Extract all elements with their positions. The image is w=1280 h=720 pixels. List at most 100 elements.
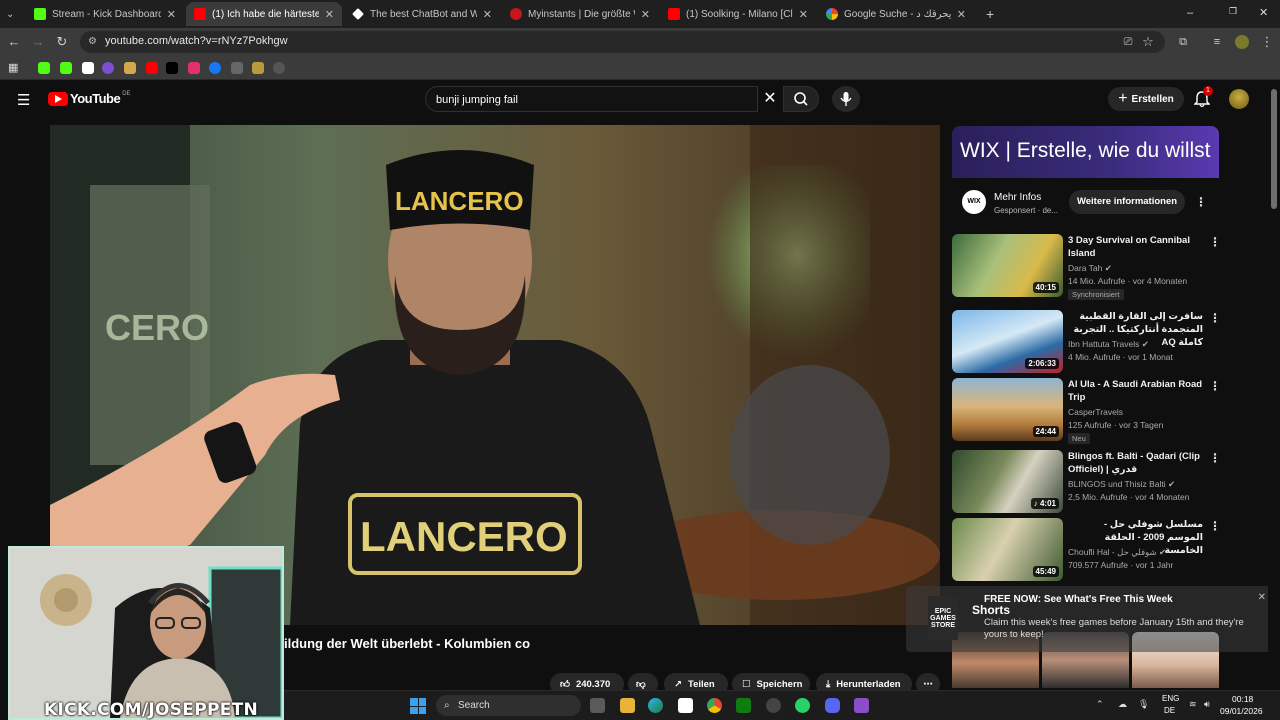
scrollbar-thumb[interactable] [1271,89,1277,209]
back-arrow-icon[interactable]: ← [6,34,22,50]
more-options-icon[interactable]: ⋮ [1209,452,1221,464]
tab-google[interactable]: Google Suche - الله يحرقك د ✕ [818,2,974,26]
tab-chatbot[interactable]: The best ChatBot and Widgets ✕ [344,2,500,26]
page-scrollbar[interactable] [1268,81,1280,690]
bookmark-misc3-icon[interactable] [273,62,285,74]
restore-icon[interactable]: ❐ [1229,6,1241,18]
microphone-icon[interactable]: 🎙︎ [1138,699,1149,710]
recommendation-item[interactable]: 2:06:33 سافرت إلى القارة القطبية المتجمد… [952,310,1221,374]
video-thumbnail[interactable]: 40:15 [952,234,1063,297]
edge-browser-icon[interactable] [648,698,663,713]
recommendation-title[interactable]: Blingos ft. Balti - Qadari (Clip Officie… [1068,450,1203,476]
wifi-icon[interactable]: ≋ [1189,699,1197,710]
profile-avatar[interactable] [1235,35,1249,49]
more-options-icon[interactable]: ⋮ [1195,196,1207,208]
tab-soolking[interactable]: (1) Soolking - Milano [Clip Offi ✕ [660,2,816,26]
twitch-studio-icon[interactable] [854,698,869,713]
clock-time[interactable]: 00:18 [1232,694,1253,704]
tab-kick-dashboard[interactable]: Stream - Kick Dashboard ✕ [26,2,184,26]
new-tab-button[interactable]: + [978,2,998,26]
windows-start-icon[interactable] [410,698,426,714]
bookmark-instagram-icon[interactable] [188,62,200,74]
more-options-icon[interactable]: ⋮ [1209,312,1221,324]
voice-search-button[interactable] [832,86,860,112]
bookmark-kick-dashboard-icon[interactable] [60,62,72,74]
recommendation-item[interactable]: 40:15 3 Day Survival on Cannibal Island … [952,234,1221,300]
bookmark-twitch-icon[interactable] [102,62,114,74]
video-thumbnail[interactable]: 2:06:33 [952,310,1063,373]
clock-date[interactable]: 09/01/2026 [1220,706,1263,716]
close-icon[interactable]: ✕ [641,8,650,21]
tab-myinstants[interactable]: Myinstants | Die größte Website ✕ [502,2,658,26]
chevron-up-icon[interactable]: ⌃ [1096,699,1104,710]
reload-icon[interactable]: ↻ [54,34,70,50]
bookmark-misc2-icon[interactable] [252,62,264,74]
close-icon[interactable]: ✕ [483,8,492,21]
discord-icon[interactable] [825,698,840,713]
bookmark-youtube-icon[interactable] [146,62,158,74]
taskbar-search[interactable]: ⌕ Search [436,695,581,716]
keyboard-layout[interactable]: DE [1164,706,1175,715]
more-options-icon[interactable]: ⋮ [1209,236,1221,248]
close-window-icon[interactable]: ✕ [1259,6,1271,19]
recommendation-title[interactable]: Al Ula - A Saudi Arabian Road Trip [1068,378,1203,404]
search-input[interactable]: bunji jumping fail [425,86,758,112]
apps-grid-icon[interactable]: ▦ [8,61,18,74]
chrome-icon[interactable] [707,698,722,713]
recommendation-channel[interactable]: Dara Tah ✔ [1068,263,1112,274]
more-options-icon[interactable]: ⋮ [1209,380,1221,392]
store-icon[interactable] [678,698,693,713]
close-icon[interactable]: ✕ [1258,592,1266,603]
desktop-notification[interactable]: EPIC GAMES STORE FREE NOW: See What's Fr… [906,586,1278,652]
recommendation-item[interactable]: ♪ 4:01 Blingos ft. Balti - Qadari (Clip … [952,450,1221,514]
hamburger-menu-icon[interactable]: ☰ [17,91,30,109]
whatsapp-icon[interactable] [795,698,810,713]
xbox-icon[interactable] [736,698,751,713]
bookmark-star-icon[interactable]: ☆ [1140,34,1156,50]
ad-banner[interactable]: WIX | Erstelle, wie du willst [952,126,1219,178]
site-info-icon[interactable]: ⚙ [88,36,100,48]
task-view-icon[interactable] [590,698,605,713]
ad-cta-button[interactable]: Weitere informationen [1069,190,1185,214]
bookmark-kick-icon[interactable] [38,62,50,74]
bookmark-misc-icon[interactable] [231,62,243,74]
youtube-logo[interactable]: YouTube DE [48,91,131,106]
search-button[interactable] [783,86,819,112]
bookmark-diamond-icon[interactable] [82,62,94,74]
bookmark-facebook-icon[interactable] [209,62,221,74]
recommendation-channel[interactable]: BLINGOS und Thisiz Balti ✔ [1068,479,1175,490]
close-icon[interactable]: ✕ [325,8,334,21]
cast-icon[interactable]: ⎚ [1120,34,1136,50]
recommendation-item[interactable]: 24:44 Al Ula - A Saudi Arabian Road Trip… [952,378,1221,444]
volume-icon[interactable]: 🔊︎ [1204,699,1210,710]
recommendation-item[interactable]: 45:49 مسلسل شوفلي حل - الموسم 2009 - الح… [952,518,1221,582]
more-options-icon[interactable]: ⋮ [1209,520,1221,532]
bookmark-streamelements-icon[interactable] [124,62,136,74]
recommendation-channel[interactable]: Ibn Hattuta Travels ✔ [1068,339,1149,350]
url-bar[interactable]: ⚙ youtube.com/watch?v=rNYz7Pokhgw [80,31,1165,53]
close-icon[interactable]: ✕ [167,8,176,21]
media-controls-icon[interactable]: ≡ [1209,34,1225,50]
video-thumbnail[interactable]: ♪ 4:01 [952,450,1063,513]
clear-search-icon[interactable]: ✕ [760,86,780,112]
recommendation-channel[interactable]: CasperTravels [1068,407,1123,417]
video-thumbnail[interactable]: 24:44 [952,378,1063,441]
close-icon[interactable]: ✕ [799,8,808,21]
bookmark-tiktok-icon[interactable] [166,62,178,74]
tab-youtube-active[interactable]: (1) Ich habe die härteste militä ✕ [186,2,342,26]
browser-menu-icon[interactable]: ⋮ [1259,34,1275,50]
steam-icon[interactable] [766,698,781,713]
sponsored-ad[interactable]: WIX | Erstelle, wie du willst WIX Mehr I… [952,126,1219,226]
forward-arrow-icon[interactable]: → [30,34,46,50]
file-explorer-icon[interactable] [620,698,635,713]
video-thumbnail[interactable]: 45:49 [952,518,1063,581]
recommendation-title[interactable]: 3 Day Survival on Cannibal Island [1068,234,1203,260]
tab-search-button[interactable]: ⌄ [0,2,24,26]
create-button[interactable]: + Erstellen [1108,87,1184,111]
tray-app-icon[interactable]: ☁ [1118,699,1127,710]
notifications-button[interactable]: 1 [1193,86,1213,108]
close-icon[interactable]: ✕ [957,8,966,21]
keyboard-language[interactable]: ENG [1162,694,1179,703]
extensions-icon[interactable]: ⧉ [1175,34,1191,50]
account-avatar[interactable] [1229,89,1249,109]
